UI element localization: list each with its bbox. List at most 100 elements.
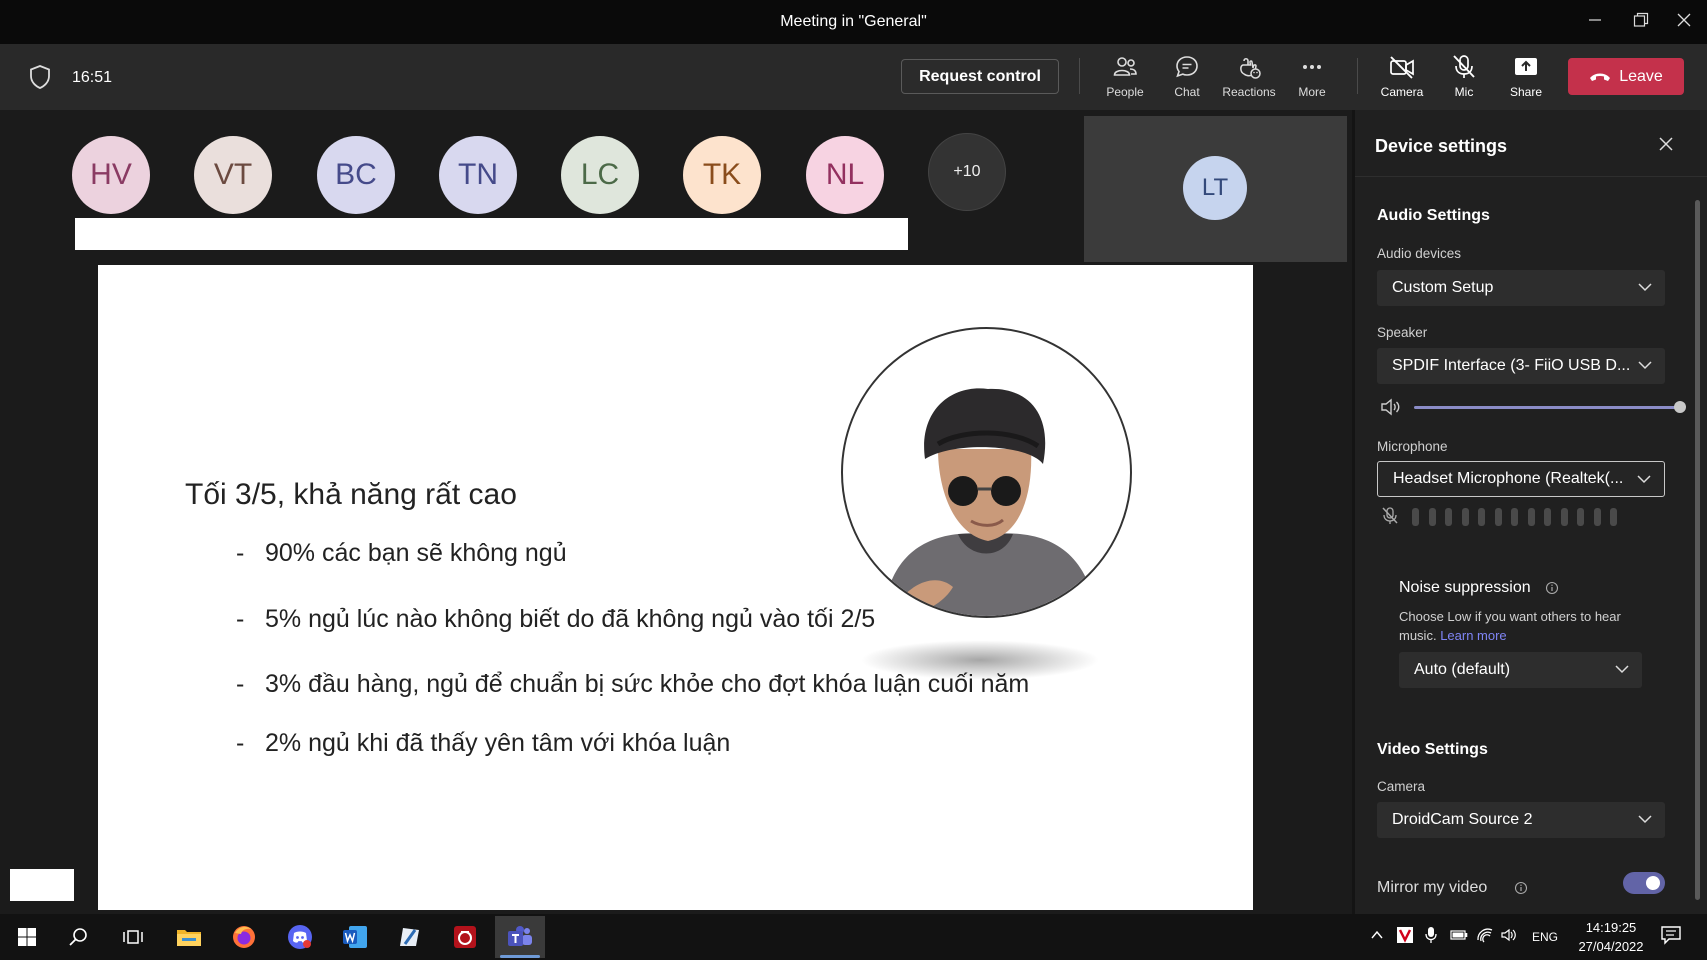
notifications-icon[interactable] <box>1660 925 1682 945</box>
mic-level-bar <box>1478 508 1485 526</box>
speaker-dropdown[interactable]: SPDIF Interface (3- FiiO USB D... <box>1377 348 1665 384</box>
panel-divider <box>1352 110 1355 914</box>
participant-avatar[interactable]: TN <box>439 136 517 214</box>
mic-level-bar <box>1495 508 1502 526</box>
reactions-label: Reactions <box>1222 85 1276 99</box>
noise-suppression-dropdown[interactable]: Auto (default) <box>1399 652 1642 688</box>
participant-avatar[interactable]: NL <box>806 136 884 214</box>
teams-icon[interactable] <box>495 916 545 958</box>
search-icon[interactable] <box>54 916 104 958</box>
more-participants-button[interactable]: +10 <box>928 133 1006 211</box>
mic-label: Mic <box>1454 85 1474 99</box>
minimize-icon[interactable] <box>1572 0 1618 40</box>
slide-title: Tối 3/5, khả năng rất cao <box>185 478 517 511</box>
mic-toggle[interactable]: Mic <box>1433 53 1495 105</box>
panel-scrollbar[interactable] <box>1695 200 1700 900</box>
file-explorer-icon[interactable] <box>164 916 214 958</box>
input-language[interactable]: ENG <box>1532 930 1558 944</box>
task-view-icon[interactable] <box>108 916 158 958</box>
pdf-app-icon[interactable] <box>440 916 490 958</box>
avatar-initials: NL <box>825 158 865 191</box>
toolbar-divider <box>1357 58 1358 94</box>
participant-avatar[interactable]: HV <box>72 136 150 214</box>
participant-avatar[interactable]: BC <box>317 136 395 214</box>
chevron-down-icon <box>1638 361 1652 370</box>
firefox-icon[interactable] <box>219 916 269 958</box>
battery-icon[interactable] <box>1450 928 1468 942</box>
mic-level-bar <box>1577 508 1584 526</box>
noise-suppression-description: Choose Low if you want others to hear mu… <box>1399 607 1649 645</box>
self-view-tile[interactable] <box>10 869 74 901</box>
chat-button[interactable]: Chat <box>1156 53 1218 105</box>
start-icon[interactable] <box>2 916 52 958</box>
panel-header-divider <box>1355 176 1707 177</box>
chevron-up-icon[interactable] <box>1370 928 1384 942</box>
participant-avatar[interactable]: VT <box>194 136 272 214</box>
leave-label: Leave <box>1619 67 1663 85</box>
camera-toggle[interactable]: Camera <box>1371 53 1433 105</box>
panel-title: Device settings <box>1375 136 1508 156</box>
noise-desc-text: Choose Low if you want others to hear mu… <box>1399 609 1621 643</box>
microphone-tray-icon[interactable] <box>1424 926 1438 944</box>
audio-devices-dropdown[interactable]: Custom Setup <box>1377 270 1665 306</box>
leave-button[interactable]: Leave <box>1568 58 1684 95</box>
close-window-icon[interactable] <box>1661 0 1707 40</box>
microphone-dropdown[interactable]: Headset Microphone (Realtek(... <box>1377 461 1665 497</box>
restore-icon[interactable] <box>1618 0 1664 40</box>
mic-level-bar <box>1511 508 1518 526</box>
toggle-knob <box>1646 876 1660 890</box>
participant-names-bar <box>75 218 908 250</box>
volume-tray-icon[interactable] <box>1500 926 1518 944</box>
microphone-label: Microphone <box>1377 439 1448 454</box>
speaker-value: SPDIF Interface (3- FiiO USB D... <box>1392 357 1631 374</box>
share-button[interactable]: Share <box>1495 53 1557 105</box>
word-icon[interactable] <box>330 916 380 958</box>
clock-date: 27/04/2022 <box>1578 939 1644 954</box>
participant-avatar[interactable]: LC <box>561 136 639 214</box>
clock-time: 14:19:25 <box>1585 920 1637 935</box>
mic-level-bar <box>1561 508 1568 526</box>
avatar-initials: HV <box>90 158 132 191</box>
info-icon[interactable] <box>1514 881 1528 895</box>
photo-shadow <box>860 640 1100 680</box>
chat-label: Chat <box>1174 85 1200 99</box>
avatar-initials: BC <box>335 158 377 191</box>
people-label: People <box>1106 85 1144 99</box>
mic-level-bar <box>1528 508 1535 526</box>
camera-dropdown[interactable]: DroidCam Source 2 <box>1377 802 1665 838</box>
antivirus-tray-icon[interactable] <box>1396 926 1414 944</box>
info-icon[interactable] <box>1545 581 1559 595</box>
learn-more-link[interactable]: Learn more <box>1440 628 1506 643</box>
avatar-initials: TK <box>702 158 742 191</box>
close-panel-icon[interactable] <box>1658 136 1678 156</box>
audio-devices-value: Custom Setup <box>1392 279 1494 296</box>
pen-app-icon[interactable] <box>385 916 435 958</box>
audio-devices-label: Audio devices <box>1377 246 1462 261</box>
noise-suppression-label: Noise suppression <box>1399 579 1531 596</box>
microphone-value: Headset Microphone (Realtek(... <box>1393 470 1624 487</box>
people-button[interactable]: People <box>1094 53 1156 105</box>
people-icon <box>1113 57 1137 76</box>
more-icon <box>1303 65 1321 69</box>
speaker-volume-slider[interactable] <box>1414 406 1680 409</box>
shield-icon <box>28 64 54 90</box>
more-button[interactable]: More <box>1281 53 1343 105</box>
speaker-label: Speaker <box>1377 325 1428 340</box>
participant-avatar[interactable]: TK <box>683 136 761 214</box>
noise-suppression-value: Auto (default) <box>1414 661 1511 678</box>
volume-slider-handle[interactable] <box>1674 401 1686 413</box>
share-label: Share <box>1509 85 1543 99</box>
request-control-button[interactable]: Request control <box>901 59 1059 94</box>
system-clock[interactable]: 14:19:25 27/04/2022 <box>1576 918 1646 956</box>
slide-photo <box>841 327 1132 618</box>
discord-icon[interactable] <box>275 916 325 958</box>
slide-bullet: -5% ngủ lúc nào không biết do đã không n… <box>236 605 876 633</box>
mic-level-bar <box>1429 508 1436 526</box>
avatar-initials: VT <box>213 158 253 191</box>
wifi-icon[interactable] <box>1476 926 1494 944</box>
mic-level-bar <box>1412 508 1419 526</box>
chevron-down-icon <box>1638 283 1652 292</box>
reactions-icon <box>1240 57 1261 79</box>
reactions-button[interactable]: Reactions <box>1218 53 1280 105</box>
camera-off-icon <box>1390 56 1414 79</box>
